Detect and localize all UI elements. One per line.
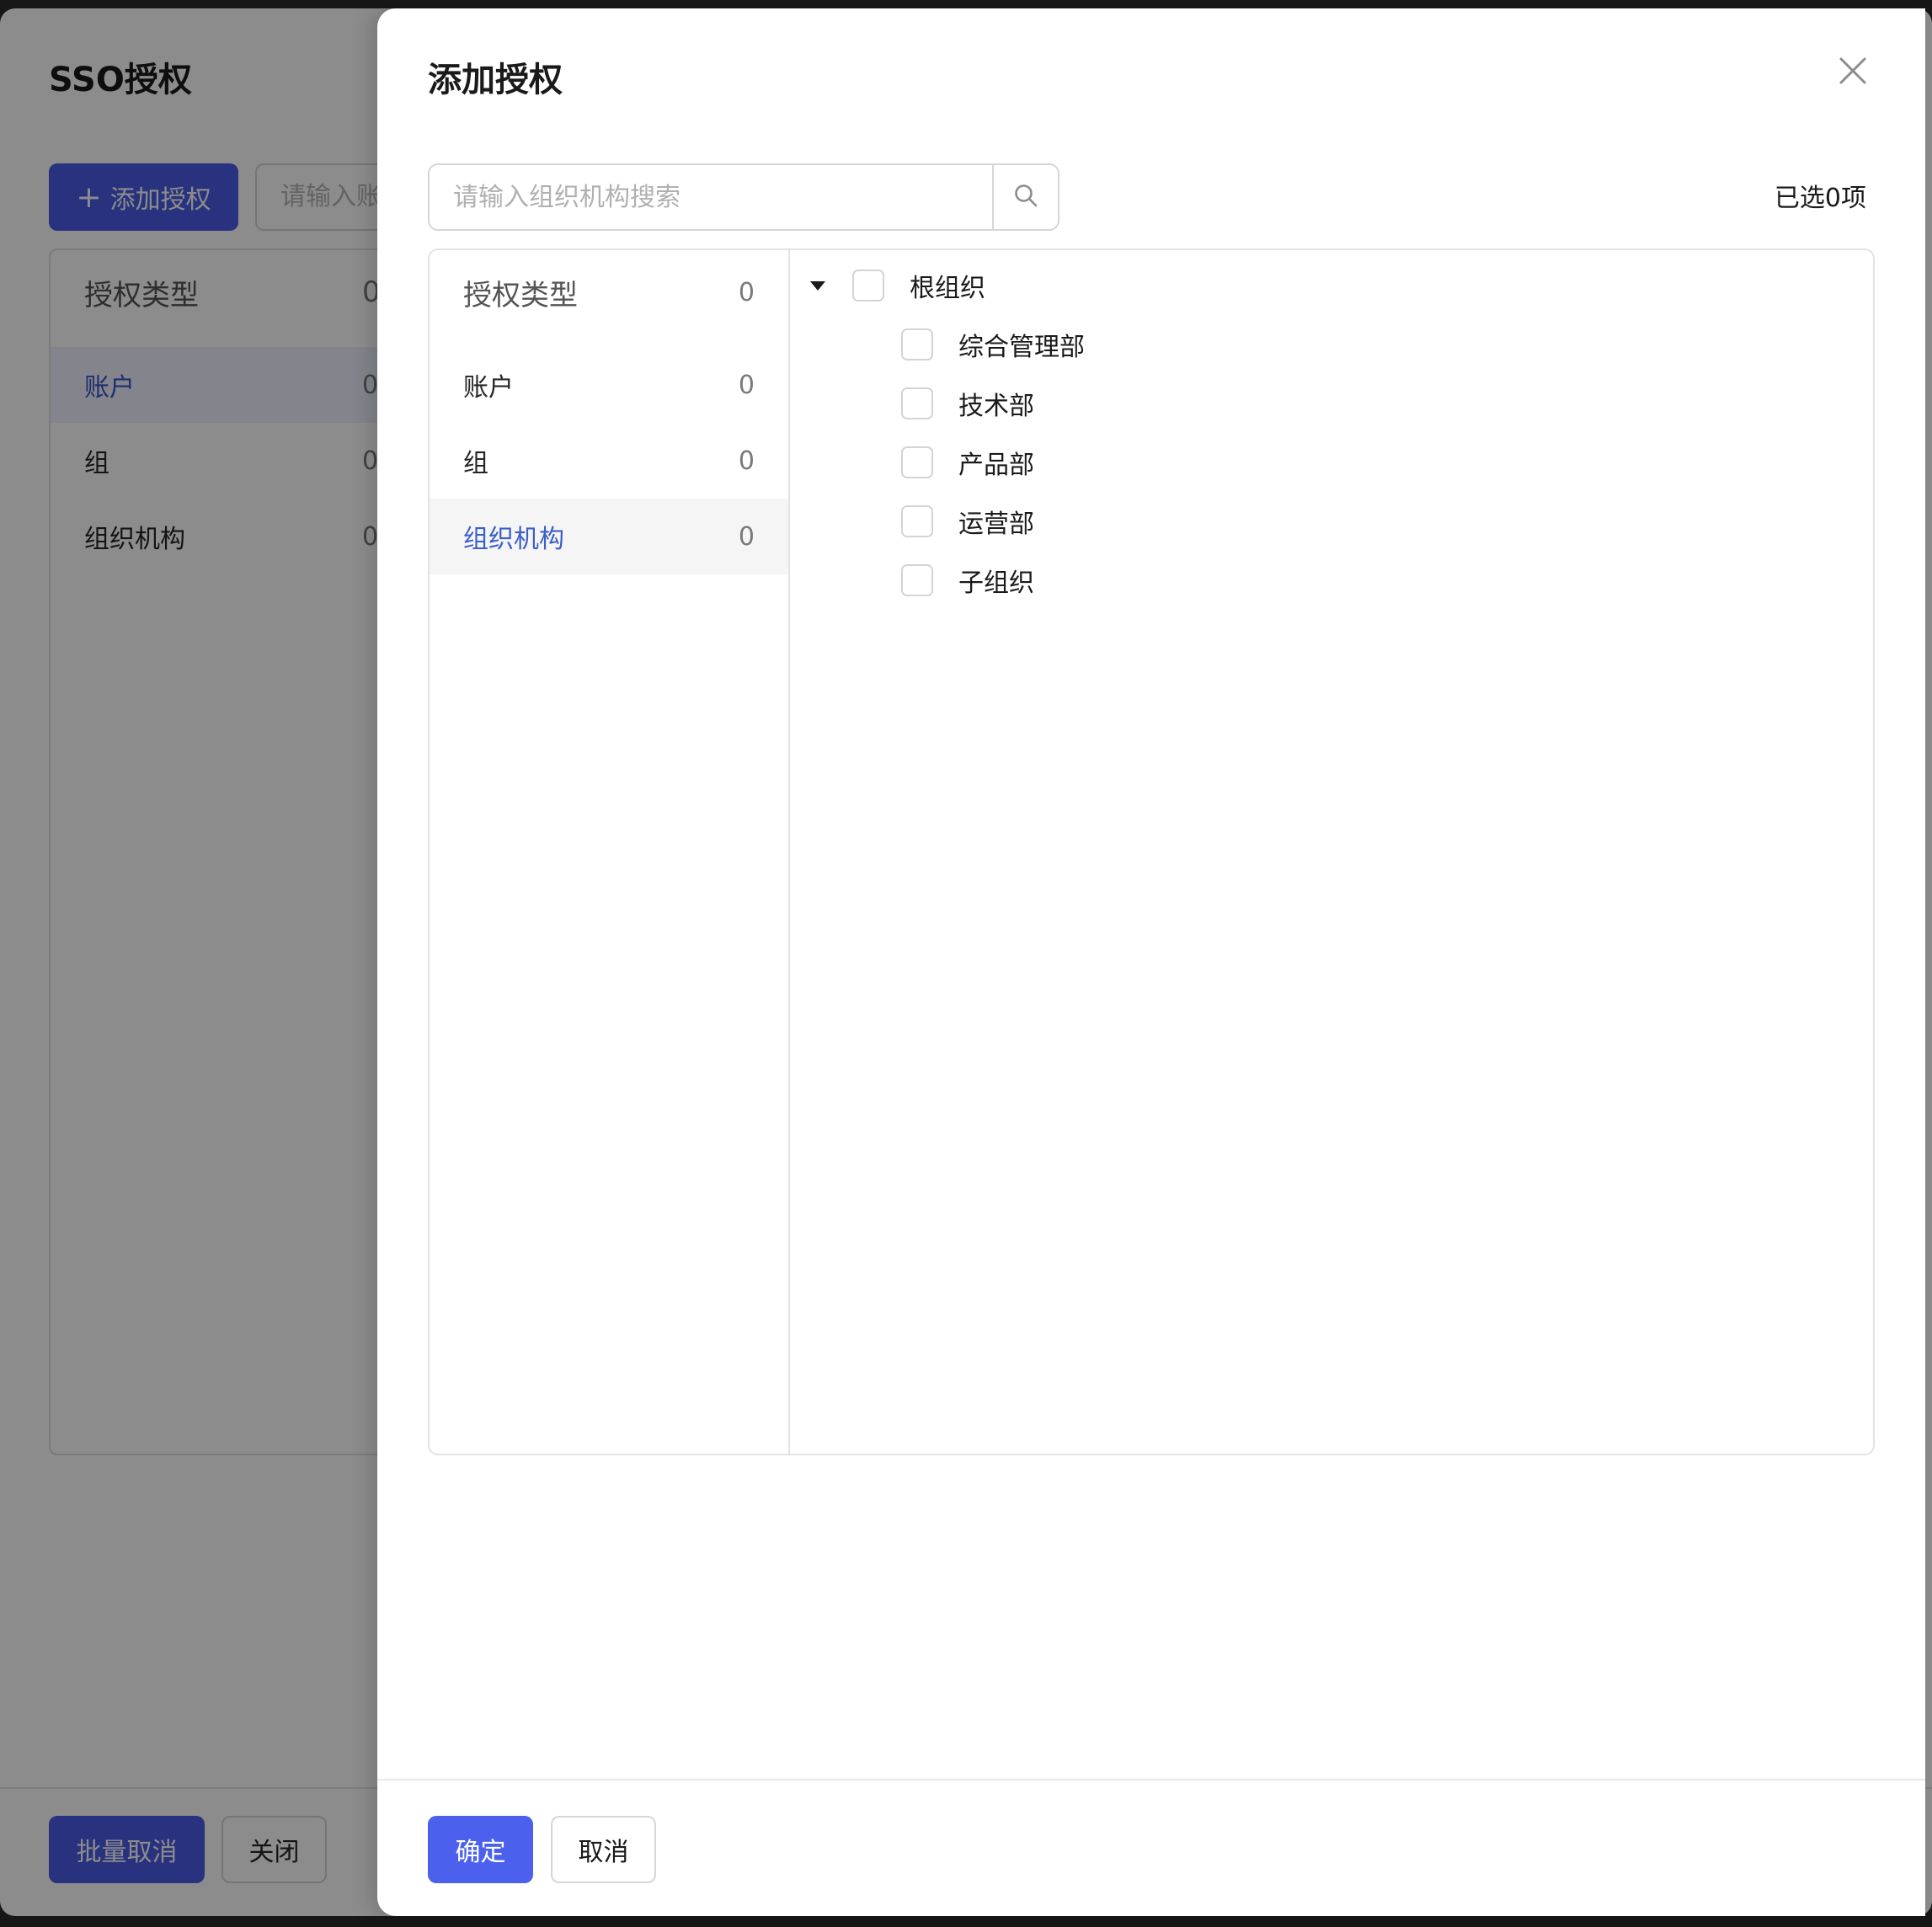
type-item-organization[interactable]: 组织机构 0	[430, 499, 788, 574]
type-item-count: 0	[738, 521, 755, 552]
tree-node-checkbox[interactable]	[852, 270, 884, 302]
type-item-count: 0	[738, 370, 755, 400]
tree-node-child: 产品部	[901, 439, 1034, 486]
tree-node-checkbox[interactable]	[901, 328, 933, 360]
auth-type-list: 授权类型 0 账户 0 组 0 组织机构 0	[430, 250, 790, 1454]
auth-type-header: 授权类型 0	[430, 254, 788, 330]
tree-node-label[interactable]: 运营部	[958, 503, 1034, 540]
tree-node-label[interactable]: 技术部	[958, 385, 1034, 422]
tree-node-child: 运营部	[901, 498, 1034, 545]
close-icon[interactable]	[1834, 52, 1871, 89]
tree-node-checkbox[interactable]	[901, 564, 933, 596]
type-item-label: 账户	[463, 373, 514, 403]
type-item-label: 组织机构	[463, 525, 564, 554]
drawer-title: 添加授权	[428, 61, 563, 99]
caret-down-icon[interactable]	[810, 280, 825, 291]
type-item-label: 组	[463, 449, 488, 478]
type-item-count: 0	[738, 446, 755, 476]
auth-type-header-label: 授权类型	[463, 278, 578, 312]
tree-node-label[interactable]: 子组织	[958, 562, 1034, 599]
selected-count: 已选0项	[1774, 184, 1866, 213]
tree-node-label[interactable]: 产品部	[958, 444, 1034, 481]
add-auth-drawer: 添加授权 已选0项 授权类型 0 账户 0	[377, 8, 1925, 1916]
auth-selection-panel: 授权类型 0 账户 0 组 0 组织机构 0 根组织 综合管理部 技术部 产品部…	[428, 248, 1875, 1455]
tree-node-label[interactable]: 根组织	[910, 267, 985, 304]
tree-node-child: 综合管理部	[901, 321, 1085, 368]
tree-node-checkbox[interactable]	[901, 387, 933, 419]
org-search-input[interactable]	[430, 165, 992, 229]
type-item-account[interactable]: 账户 0	[430, 347, 788, 423]
tree-node-checkbox[interactable]	[901, 505, 933, 537]
search-button[interactable]	[992, 165, 1058, 229]
tree-node-child: 子组织	[901, 557, 1034, 604]
type-item-group[interactable]: 组 0	[430, 423, 788, 499]
tree-node-root: 根组织	[810, 262, 985, 309]
org-search-box	[428, 163, 1059, 231]
cancel-button[interactable]: 取消	[551, 1816, 656, 1883]
search-icon	[1013, 183, 1038, 211]
auth-type-header-count: 0	[738, 277, 755, 307]
tree-node-child: 技术部	[901, 380, 1034, 427]
drawer-footer-divider	[377, 1779, 1925, 1780]
confirm-button[interactable]: 确定	[428, 1816, 533, 1883]
tree-node-label[interactable]: 综合管理部	[958, 326, 1085, 363]
tree-node-checkbox[interactable]	[901, 446, 933, 478]
